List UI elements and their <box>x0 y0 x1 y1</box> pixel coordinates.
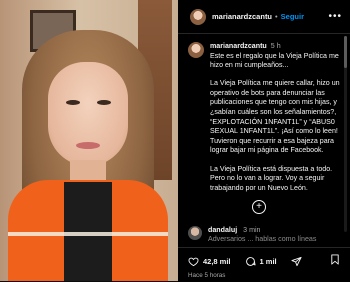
more-options-icon[interactable]: ••• <box>328 11 342 22</box>
person-lips <box>76 142 100 149</box>
caption-paragraph: La Vieja Política está dispuesta a todo.… <box>210 164 333 192</box>
caption-avatar[interactable] <box>188 42 204 58</box>
comment-item: dandaluj 3 min Adversarios ... hablas co… <box>188 226 343 244</box>
scrollbar[interactable] <box>344 36 347 232</box>
comment-username[interactable]: dandaluj <box>208 226 237 234</box>
heart-icon <box>188 257 199 266</box>
comment-icon <box>245 256 256 266</box>
post-video[interactable] <box>0 0 178 281</box>
separator-dot: • <box>275 12 278 21</box>
person-eye-left <box>66 100 80 105</box>
bookmark-icon <box>331 254 339 265</box>
save-button[interactable] <box>330 252 340 270</box>
comment-time: 3 min <box>243 226 261 234</box>
comment-count: 1 mil <box>259 256 277 266</box>
caption-username[interactable]: marianardzcantu <box>210 42 267 52</box>
avatar[interactable] <box>190 8 206 25</box>
comment-button[interactable]: 1 mil <box>245 256 277 267</box>
caption-body: marianardzcantu 5 h Este es el regalo qu… <box>210 42 343 202</box>
caption-paragraph: Este es el regalo que la Vieja Política … <box>210 51 339 70</box>
caption-paragraph: La Vieja Política me quiere callar, hizo… <box>210 79 340 155</box>
post-header: marianardzcantu • Seguir ••• <box>178 0 350 34</box>
like-button[interactable]: 42,8 mil <box>188 256 231 267</box>
send-icon <box>291 256 302 266</box>
person-eye-right <box>97 100 111 105</box>
post-caption: marianardzcantu 5 h Este es el regalo qu… <box>178 34 343 202</box>
share-button[interactable] <box>291 256 306 267</box>
caption-time: 5 h <box>270 42 281 50</box>
vest-reflective-stripe <box>8 232 168 236</box>
person-face <box>48 62 128 166</box>
comment-avatar[interactable] <box>188 226 202 240</box>
posted-time: Hace 5 horas <box>188 272 226 279</box>
comments-section[interactable]: marianardzcantu 5 h Este es el regalo qu… <box>178 34 343 230</box>
like-count: 42,8 mil <box>203 256 231 266</box>
load-more-comments-icon[interactable]: + <box>252 200 266 214</box>
comment-text: Adversarios ... hablas como líneas <box>208 235 317 243</box>
action-bar: 42,8 mil 1 mil Hace 5 horas <box>178 247 350 282</box>
post-username[interactable]: marianardzcantu <box>212 12 272 21</box>
follow-button[interactable]: Seguir <box>281 12 304 21</box>
post-side-panel: marianardzcantu • Seguir ••• marianardzc… <box>178 0 350 282</box>
scrollbar-thumb[interactable] <box>344 36 347 68</box>
